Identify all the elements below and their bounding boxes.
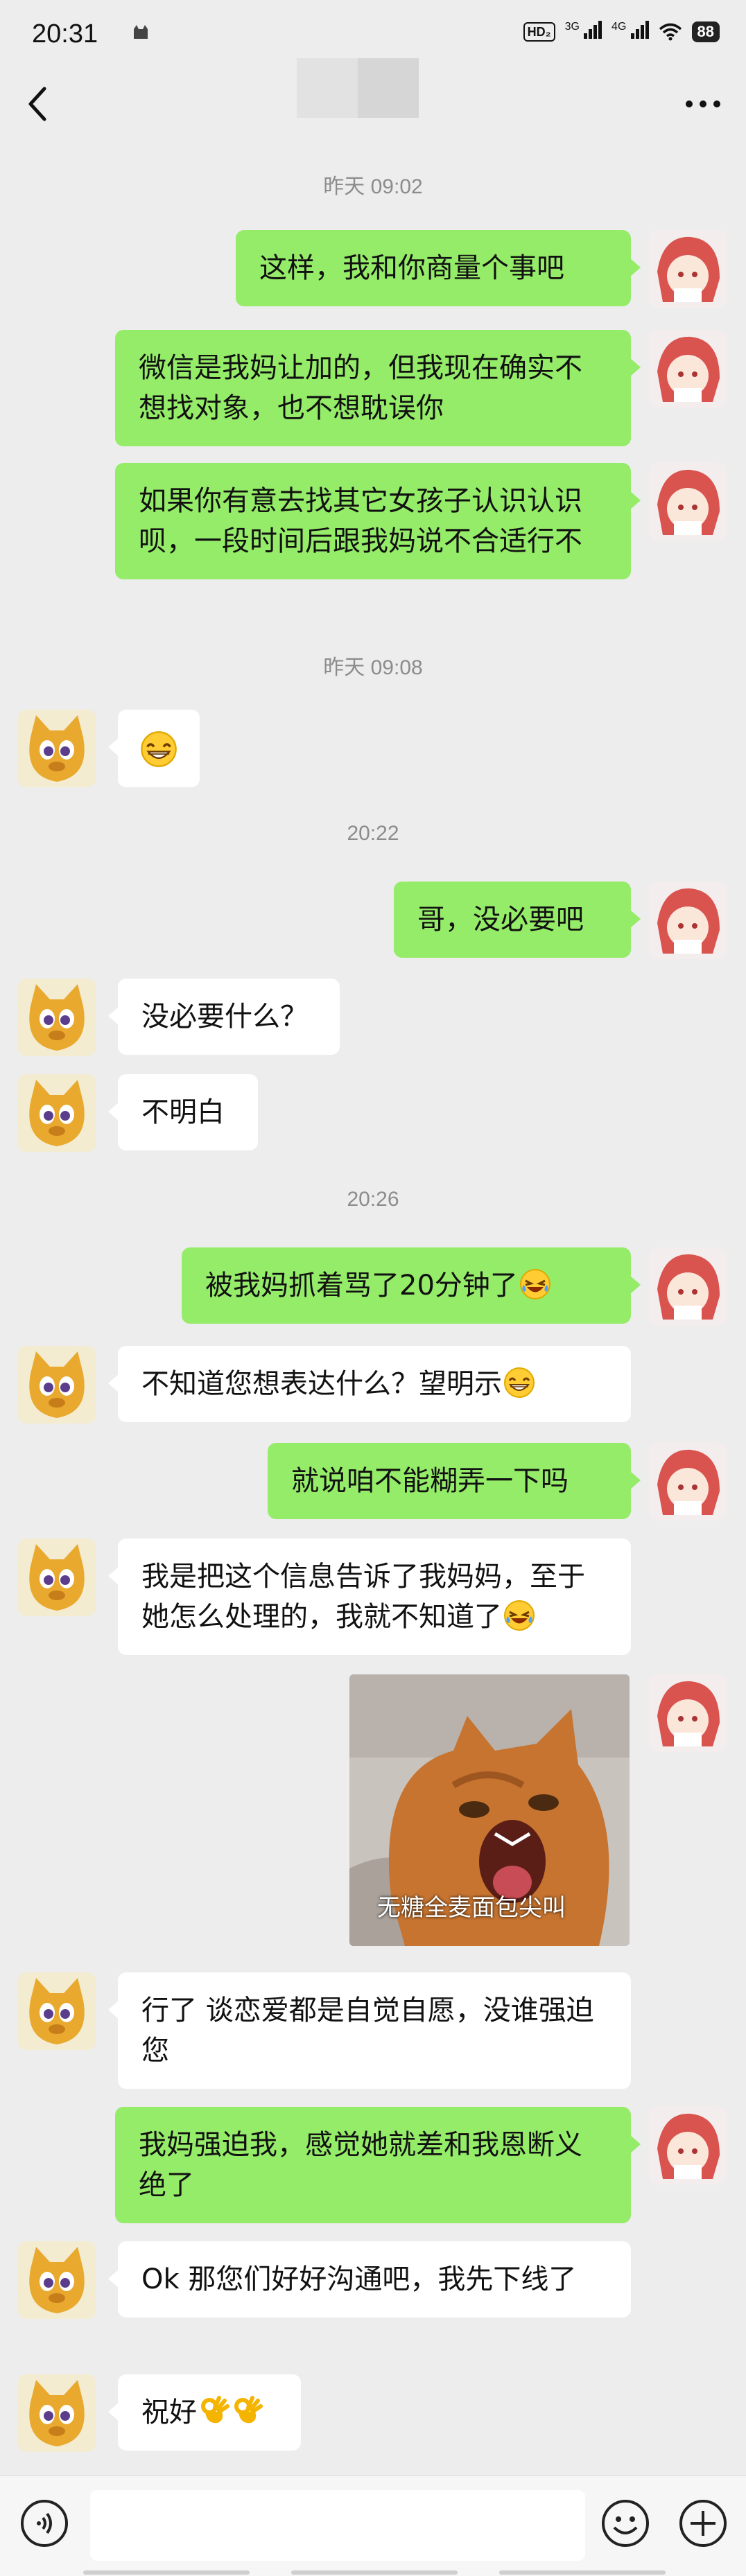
signal-4g-label: 4G [611, 21, 627, 33]
laughing-tears-emoji [519, 1269, 550, 1299]
voice-icon[interactable] [19, 2498, 69, 2548]
nav-indicator [83, 2570, 250, 2575]
signal-4g: 4G [611, 21, 649, 43]
my-avatar[interactable] [649, 1674, 727, 1752]
hd-badge: HD₂ [523, 22, 555, 42]
signal-bars-icon [630, 21, 649, 39]
my-avatar[interactable] [649, 463, 727, 541]
signal-bars-icon [584, 21, 602, 39]
my-avatar[interactable] [649, 2107, 727, 2184]
sticker-image[interactable]: 无糖全麦面包尖叫 [349, 1674, 630, 1946]
message-bubble-sent[interactable]: 被我妈抓着骂了20分钟了 [182, 1247, 641, 1324]
my-avatar[interactable] [649, 1247, 727, 1325]
contact-avatar[interactable] [18, 1074, 96, 1152]
grin-emoji [141, 731, 177, 767]
contact-avatar[interactable] [18, 1346, 96, 1423]
status-time: 20:31 [32, 19, 98, 49]
message-bubble-sent[interactable]: 微信是我妈让加的，但我现在确实不想找对象，也不想耽误你 [115, 330, 641, 446]
chat-title-obscured [297, 58, 419, 118]
message-text: 被我妈抓着骂了20分钟了 [205, 1270, 518, 1302]
sticker-caption: 无糖全麦面包尖叫 [377, 1894, 566, 1922]
cat-app-icon [134, 25, 148, 39]
nav-indicator [291, 2570, 458, 2575]
battery-indicator: 88 [691, 21, 720, 42]
contact-avatar[interactable] [18, 1972, 96, 2050]
status-indicators: HD₂ 3G 4G 88 [523, 21, 720, 43]
message-bubble-received[interactable] [108, 710, 200, 787]
message-bubble-sent[interactable]: 如果你有意去找其它女孩子认识认识呗，一段时间后跟我妈说不合适行不 [115, 463, 641, 579]
contact-avatar[interactable] [18, 1539, 96, 1616]
plus-icon[interactable] [678, 2498, 728, 2548]
message-bubble-sent[interactable]: 这样，我和你商量个事吧 [236, 230, 641, 306]
my-avatar[interactable] [649, 230, 727, 308]
my-avatar[interactable] [649, 330, 727, 408]
emoji-icon[interactable] [600, 2498, 650, 2548]
chevron-left-icon[interactable] [25, 83, 50, 125]
message-bubble-sent[interactable]: 就说咱不能糊弄一下吗 [268, 1443, 641, 1519]
message-input[interactable] [90, 2490, 585, 2561]
nav-indicator [499, 2570, 666, 2575]
my-avatar[interactable] [649, 1443, 727, 1521]
more-dots-icon[interactable] [682, 97, 724, 111]
timestamp: 昨天 09:02 [323, 175, 423, 198]
timestamp: 昨天 09:08 [323, 656, 423, 679]
input-bar [0, 2476, 746, 2576]
message-bubble-received[interactable]: 祝好 [108, 2374, 301, 2451]
message-bubble-sent[interactable]: 哥，没必要吧 [394, 882, 641, 958]
contact-avatar[interactable] [18, 979, 96, 1056]
contact-avatar[interactable] [18, 710, 96, 787]
message-text: 不知道您想表达什么？望明示 [141, 1368, 502, 1400]
ok-hand-emoji [201, 2396, 229, 2424]
message-bubble-received[interactable]: 不明白 [108, 1074, 258, 1150]
message-bubble-received[interactable]: 行了 谈恋爱都是自觉自愿，没谁强迫您 [108, 1972, 631, 2089]
message-bubble-received[interactable]: Ok 那您们好好沟通吧，我先下线了 [108, 2241, 631, 2317]
signal-3g-label: 3G [564, 21, 580, 33]
contact-avatar[interactable] [18, 2374, 96, 2452]
my-avatar[interactable] [649, 882, 727, 959]
timestamp: 20:22 [347, 822, 399, 845]
message-bubble-received[interactable]: 不知道您想表达什么？望明示 [108, 1346, 631, 1422]
signal-3g: 3G [565, 21, 602, 43]
laughing-tears-emoji [504, 1600, 535, 1631]
contact-avatar[interactable] [18, 2241, 96, 2319]
message-bubble-received[interactable]: 没必要什么？ [108, 979, 340, 1055]
message-bubble-received[interactable]: 我是把这个信息告诉了我妈妈，至于她怎么处理的，我就不知道了 [108, 1539, 631, 1655]
grin-emoji [504, 1367, 535, 1398]
wifi-icon [659, 23, 682, 41]
message-text: 祝好 [141, 2397, 197, 2428]
timestamp: 20:26 [347, 1188, 399, 1211]
message-bubble-sent[interactable]: 我妈强迫我，感觉她就差和我恩断义绝了 [115, 2107, 641, 2223]
ok-hand-emoji [234, 2396, 263, 2424]
